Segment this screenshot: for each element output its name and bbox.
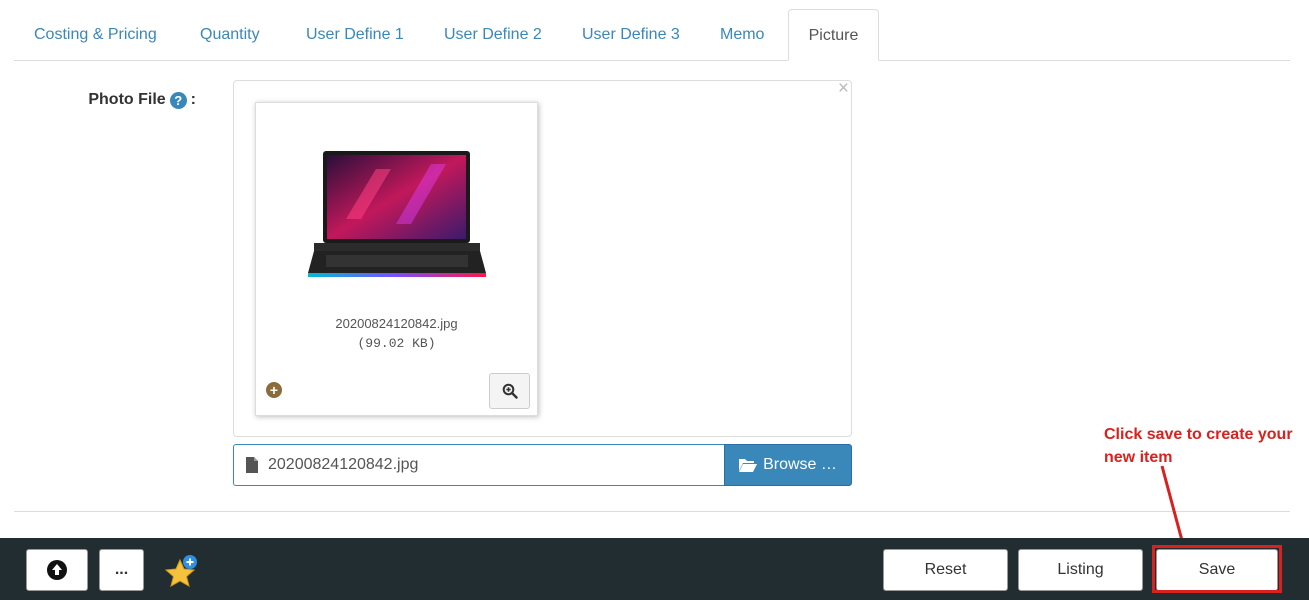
browse-button[interactable]: Browse … — [724, 444, 852, 486]
photo-preview-area: × 20200824120842.jpg (99.02 KB) + — [233, 79, 852, 437]
zoom-in-icon — [502, 383, 518, 399]
plus-circle-icon[interactable]: + — [266, 382, 282, 398]
label-colon: : — [190, 91, 196, 108]
tab-bar: Costing & Pricing Quantity User Define 1… — [14, 9, 1290, 61]
preview-file-size: (99.02 KB) — [357, 336, 436, 351]
selected-file-name: 20200824120842.jpg — [268, 456, 419, 473]
scroll-top-button[interactable] — [26, 549, 88, 591]
listing-button[interactable]: Listing — [1018, 549, 1143, 591]
save-button[interactable]: Save — [1156, 549, 1278, 591]
arrow-up-circle-icon — [47, 560, 67, 580]
preview-file-name: 20200824120842.jpg — [335, 316, 458, 331]
tab-quantity[interactable]: Quantity — [200, 9, 260, 61]
photo-thumbnail-card: 20200824120842.jpg (99.02 KB) + — [255, 102, 538, 416]
folder-open-icon — [739, 459, 758, 472]
tab-user-define-2[interactable]: User Define 2 — [444, 9, 542, 61]
tab-costing-pricing[interactable]: Costing & Pricing — [34, 9, 157, 61]
file-name-field[interactable]: 20200824120842.jpg — [233, 444, 725, 486]
zoom-button[interactable] — [489, 373, 530, 409]
help-icon[interactable]: ? — [169, 91, 187, 109]
reset-button[interactable]: Reset — [883, 549, 1008, 591]
section-divider — [14, 511, 1290, 512]
close-icon[interactable]: × — [838, 79, 849, 98]
footer-toolbar: ... Reset Listing Save — [0, 538, 1309, 600]
more-button[interactable]: ... — [99, 549, 144, 591]
tab-user-define-3[interactable]: User Define 3 — [582, 9, 680, 61]
photo-file-label: Photo File ? : — [88, 91, 196, 109]
tab-picture[interactable]: Picture — [788, 9, 879, 61]
tab-user-define-1[interactable]: User Define 1 — [306, 9, 404, 61]
laptop-image — [308, 151, 486, 277]
file-icon — [246, 457, 258, 473]
browse-button-label: Browse … — [763, 456, 837, 473]
item-picture-page: Costing & Pricing Quantity User Define 1… — [0, 0, 1309, 600]
photo-file-label-text: Photo File — [88, 91, 166, 108]
favorite-add-star-icon[interactable] — [164, 554, 200, 590]
tab-memo[interactable]: Memo — [720, 9, 764, 61]
